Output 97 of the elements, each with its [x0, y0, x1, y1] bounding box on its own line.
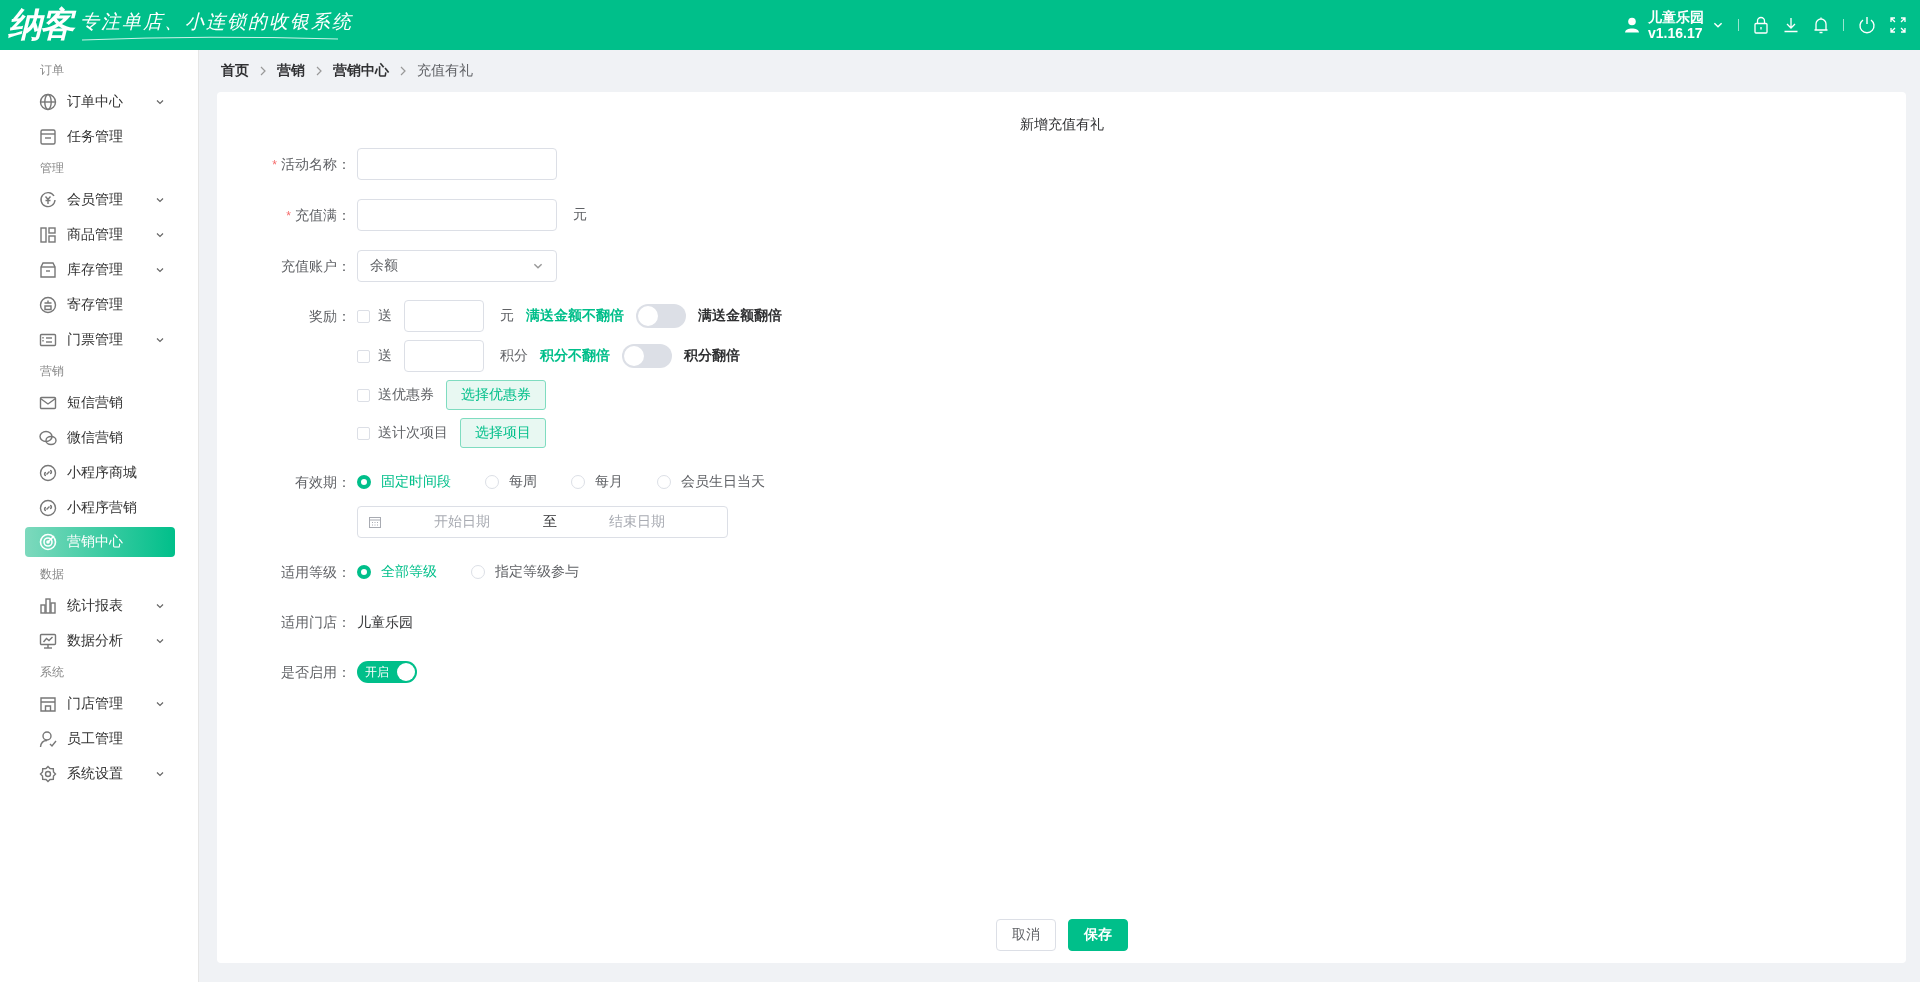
- sidebar-item[interactable]: 寄存管理: [25, 287, 175, 322]
- date-range-field[interactable]: 开始日期 至 结束日期: [357, 506, 728, 538]
- end-date-placeholder: 结束日期: [607, 513, 666, 531]
- sidebar-item[interactable]: 订单中心: [25, 84, 175, 119]
- breadcrumb-item[interactable]: 营销: [277, 62, 305, 80]
- field-label: 充值账户：: [280, 257, 351, 276]
- bar-chart-icon: [39, 596, 57, 615]
- lock-icon[interactable]: [1753, 16, 1769, 34]
- target-icon: [39, 533, 57, 551]
- checkbox[interactable]: [357, 309, 370, 323]
- checkbox-label: 送优惠券: [378, 386, 434, 404]
- form-title: 新增充值有礼: [1018, 116, 1105, 134]
- user-icon: [39, 729, 57, 748]
- field-label: 适用门店：: [280, 613, 351, 632]
- sidebar-item[interactable]: 短信营销: [25, 385, 175, 420]
- chevron-icon: [259, 66, 267, 76]
- required-mark: *: [272, 158, 277, 172]
- unit-label: 元: [573, 206, 587, 224]
- grid-icon: [39, 225, 57, 244]
- text-field[interactable]: [357, 148, 557, 180]
- amount-field[interactable]: [404, 340, 484, 372]
- unit-label: 元: [500, 307, 514, 325]
- section-title: 数据: [39, 566, 65, 583]
- settings-icon: [39, 764, 57, 783]
- checkbox[interactable]: [357, 388, 370, 402]
- account-select[interactable]: 余额: [357, 250, 557, 282]
- link-icon: [39, 463, 57, 482]
- toggle-switch[interactable]: [636, 304, 686, 328]
- sidebar-item[interactable]: 小程序商城: [25, 455, 175, 490]
- unit-label: 积分: [500, 347, 528, 365]
- slogan: 专注单店、小连锁的收银系统: [80, 9, 353, 34]
- chevron-icon: [399, 66, 407, 76]
- field-label: 奖励：: [308, 307, 351, 326]
- sidebar-item[interactable]: 统计报表: [25, 588, 175, 623]
- section-title: 订单: [39, 62, 65, 79]
- range-separator: 至: [542, 513, 557, 531]
- fullscreen-icon[interactable]: [1890, 17, 1906, 33]
- section-title: 管理: [39, 160, 65, 177]
- sidebar-item[interactable]: 系统设置: [25, 756, 175, 791]
- chat-icon: [39, 428, 57, 447]
- field-label: 是否启用：: [280, 663, 351, 682]
- sidebar-item[interactable]: 会员管理: [25, 182, 175, 217]
- sidebar-item[interactable]: 库存管理: [25, 252, 175, 287]
- section-title: 营销: [39, 363, 65, 380]
- download-icon[interactable]: [1783, 17, 1799, 33]
- breadcrumb-item: 充值有礼: [417, 62, 473, 80]
- breadcrumb-item[interactable]: 营销中心: [333, 62, 389, 80]
- breadcrumb-item[interactable]: 首页: [221, 62, 249, 80]
- toggle-label: 满送金额不翻倍: [526, 307, 624, 325]
- radio-option[interactable]: 指定等级参与: [471, 563, 579, 581]
- radio-option[interactable]: 每月: [571, 473, 623, 491]
- link-icon: [39, 498, 57, 517]
- box-icon: [39, 260, 57, 279]
- sidebar-item[interactable]: 小程序营销: [25, 490, 175, 525]
- sidebar-item[interactable]: 门店管理: [25, 686, 175, 721]
- bell-icon[interactable]: [1813, 16, 1829, 34]
- checkbox[interactable]: [357, 349, 370, 363]
- checkbox-label: 送: [378, 347, 392, 365]
- cancel-button[interactable]: 取消: [995, 919, 1056, 951]
- user-name: 儿童乐园: [1648, 9, 1704, 25]
- monitor-icon: [39, 631, 57, 650]
- coin-icon: [39, 190, 57, 209]
- field-label: 有效期：: [294, 473, 351, 492]
- toggle-label: 积分翻倍: [684, 347, 740, 365]
- sidebar-item[interactable]: 数据分析: [25, 623, 175, 658]
- document-icon: [39, 127, 57, 146]
- toggle-switch[interactable]: [622, 344, 672, 368]
- amount-field[interactable]: [404, 300, 484, 332]
- swoosh-icon: [80, 35, 340, 41]
- checkbox-label: 送计次项目: [378, 424, 448, 442]
- power-icon[interactable]: [1858, 16, 1876, 34]
- chevron-icon: [315, 66, 323, 76]
- section-title: 系统: [39, 664, 65, 681]
- toggle-label: 满送金额翻倍: [698, 307, 782, 325]
- text-field[interactable]: [357, 199, 557, 231]
- sidebar-item[interactable]: 商品管理: [25, 217, 175, 252]
- store-icon: [39, 694, 57, 713]
- required-mark: *: [286, 209, 291, 223]
- radio-option[interactable]: 每周: [485, 473, 537, 491]
- radio-option[interactable]: 会员生日当天: [657, 473, 765, 491]
- checkbox[interactable]: [357, 426, 370, 440]
- field-label: 充值满：: [295, 207, 351, 223]
- globe-icon: [39, 92, 57, 111]
- start-date-placeholder: 开始日期: [433, 513, 492, 531]
- sidebar-item[interactable]: 员工管理: [25, 721, 175, 756]
- user-icon: [1624, 17, 1640, 33]
- sidebar-item[interactable]: 任务管理: [25, 119, 175, 154]
- calendar-icon: [368, 515, 382, 529]
- toggle-label: 积分不翻倍: [540, 347, 610, 365]
- version-label: v1.16.17: [1648, 25, 1704, 41]
- store-name: 儿童乐园: [357, 613, 413, 632]
- field-label: 活动名称：: [281, 156, 351, 172]
- sidebar-item[interactable]: 门票管理: [25, 322, 175, 357]
- badge-icon: [39, 295, 57, 314]
- checkbox-label: 送: [378, 307, 392, 325]
- sidebar-item[interactable]: 微信营销: [25, 420, 175, 455]
- field-label: 适用等级：: [280, 563, 351, 582]
